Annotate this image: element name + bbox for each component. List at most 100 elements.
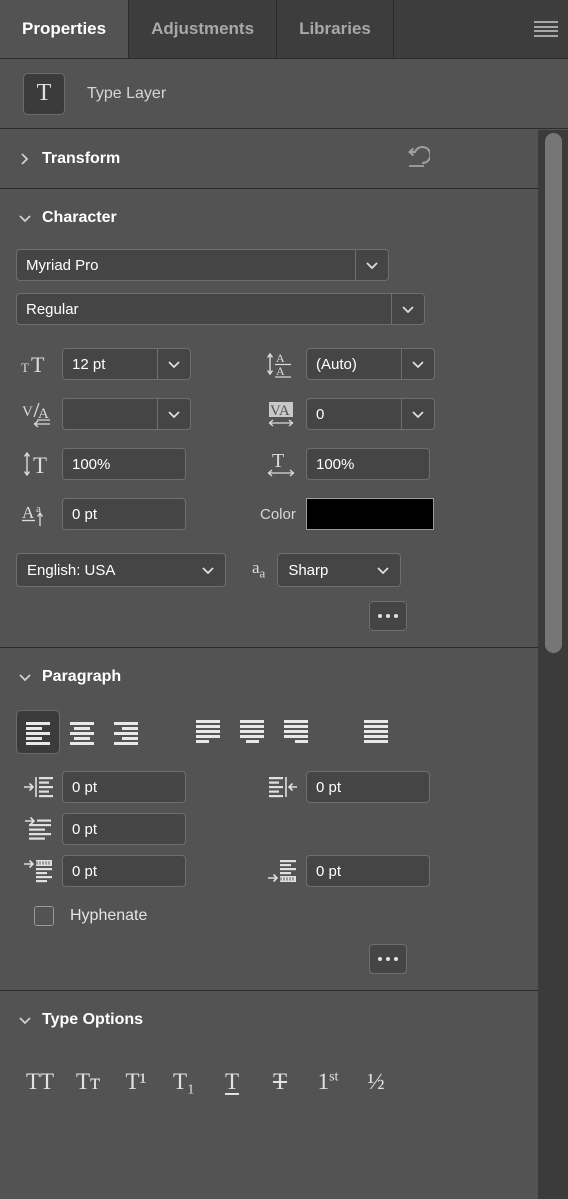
fractions-button[interactable]: ½ — [352, 1059, 400, 1103]
superscript-button[interactable]: T¹ — [112, 1059, 160, 1103]
hamburger-menu-icon[interactable] — [534, 19, 558, 39]
tab-libraries[interactable]: Libraries — [277, 0, 394, 58]
font-size-control[interactable]: 12 pt — [62, 348, 191, 380]
font-style-row: Regular — [0, 293, 538, 325]
tab-properties[interactable]: Properties — [0, 0, 130, 58]
hyphenate-checkbox[interactable] — [34, 906, 54, 926]
svg-text:A: A — [22, 503, 35, 522]
font-style-control[interactable]: Regular — [16, 293, 522, 325]
leading-control[interactable]: (Auto) — [306, 348, 435, 380]
space-after-icon — [260, 854, 306, 888]
svg-text:T: T — [21, 360, 29, 375]
leading-input[interactable]: (Auto) — [306, 348, 402, 380]
character-more-row — [0, 587, 538, 647]
chevron-down-icon[interactable] — [16, 212, 34, 224]
language-select[interactable]: English: USA — [16, 553, 226, 587]
text-color-swatch[interactable] — [305, 498, 434, 530]
small-caps-glyph: Tᴛ — [75, 1068, 101, 1094]
all-caps-glyph: TT — [25, 1068, 55, 1094]
panel-scrollbar-thumb[interactable] — [545, 133, 562, 653]
tracking-control[interactable]: 0 — [306, 398, 435, 430]
paragraph-header[interactable]: Paragraph — [0, 648, 538, 706]
character-header[interactable]: Character — [0, 189, 538, 247]
indent-right-icon — [260, 770, 306, 804]
transform-header[interactable]: Transform — [0, 130, 538, 188]
baseline-shift-input[interactable]: 0 pt — [62, 498, 186, 530]
anti-alias-value: Sharp — [288, 561, 329, 579]
kerning-dropdown-icon[interactable] — [158, 398, 191, 430]
align-center-button[interactable] — [60, 710, 104, 754]
paragraph-indent-grid: 0 pt 0 pt 0 pt 0 pt 0 pt — [0, 754, 538, 892]
panel-scroll-content: Transform Character Myriad Pro Regular T… — [0, 130, 538, 1199]
space-after-input[interactable]: 0 pt — [306, 855, 430, 887]
space-before-cell: 0 pt — [16, 854, 260, 888]
chevron-right-icon[interactable] — [16, 152, 34, 166]
indent-right-cell: 0 pt — [260, 770, 504, 804]
baseline-shift-icon: A a — [16, 497, 62, 531]
justify-all-button[interactable] — [354, 710, 398, 754]
font-size-input[interactable]: 12 pt — [62, 348, 158, 380]
all-caps-button[interactable]: TT — [16, 1059, 64, 1103]
transform-title: Transform — [42, 150, 121, 167]
align-right-button[interactable] — [104, 710, 148, 754]
subscript-button[interactable]: T₁ — [160, 1059, 208, 1103]
hyphenate-row: Hyphenate — [0, 892, 538, 930]
kerning-control[interactable] — [62, 398, 191, 430]
chevron-down-icon[interactable] — [16, 671, 34, 683]
language-value: English: USA — [27, 561, 116, 579]
anti-alias-icon: aa — [252, 558, 266, 581]
horizontal-scale-cell: T 100% — [260, 447, 430, 481]
strikethrough-button[interactable]: T — [256, 1059, 304, 1103]
justify-last-right-button[interactable] — [274, 710, 318, 754]
justify-last-left-button[interactable] — [186, 710, 230, 754]
font-style-input[interactable]: Regular — [16, 293, 392, 325]
tracking-dropdown-icon[interactable] — [402, 398, 435, 430]
indent-first-line-input[interactable]: 0 pt — [62, 813, 186, 845]
scale-row: T 100% T 100% — [16, 439, 522, 489]
svg-text:T: T — [31, 352, 45, 377]
type-layer-glyph: T — [36, 80, 52, 106]
font-family-dropdown-icon[interactable] — [356, 249, 389, 281]
tab-adjustments-label: Adjustments — [151, 19, 255, 38]
leading-dropdown-icon[interactable] — [402, 348, 435, 380]
panel-scrollbar-track[interactable] — [538, 130, 568, 1199]
indent-left-input[interactable]: 0 pt — [62, 771, 186, 803]
small-caps-button[interactable]: Tᴛ — [64, 1059, 112, 1103]
strikethrough-glyph: T — [272, 1068, 288, 1094]
reset-arrow-icon[interactable] — [400, 144, 432, 174]
type-options-header[interactable]: Type Options — [0, 991, 538, 1049]
justify-last-center-button[interactable] — [230, 710, 274, 754]
svg-text:A: A — [276, 364, 285, 378]
underline-button[interactable]: T — [208, 1059, 256, 1103]
space-before-input[interactable]: 0 pt — [62, 855, 186, 887]
subscript-glyph: T₁ — [172, 1068, 196, 1094]
kerning-input[interactable] — [62, 398, 158, 430]
anti-alias-select[interactable]: Sharp — [277, 553, 402, 587]
character-more-options-button[interactable] — [369, 601, 407, 631]
font-family-control[interactable]: Myriad Pro — [16, 249, 522, 281]
layer-header: T Type Layer — [0, 59, 568, 129]
language-antialias-row: English: USA aa Sharp — [0, 539, 538, 587]
font-size-dropdown-icon[interactable] — [158, 348, 191, 380]
svg-text:A: A — [276, 351, 285, 365]
type-options-buttons: TT Tᴛ T¹ T₁ T T 1st ½ — [0, 1049, 538, 1103]
indent-right-input[interactable]: 0 pt — [306, 771, 430, 803]
panel-tab-bar: Properties Adjustments Libraries — [0, 0, 568, 59]
horizontal-scale-input[interactable]: 100% — [306, 448, 430, 480]
vertical-scale-input[interactable]: 100% — [62, 448, 186, 480]
indent-left-icon — [16, 770, 62, 804]
vertical-scale-cell: T 100% — [16, 447, 260, 481]
tracking-input[interactable]: 0 — [306, 398, 402, 430]
font-style-dropdown-icon[interactable] — [392, 293, 425, 325]
space-before-after-row: 0 pt 0 pt — [16, 850, 522, 892]
chevron-down-icon[interactable] — [16, 1014, 34, 1026]
section-transform: Transform — [0, 130, 538, 189]
ordinals-button[interactable]: 1st — [304, 1059, 352, 1103]
align-left-button[interactable] — [16, 710, 60, 754]
indent-left-cell: 0 pt — [16, 770, 260, 804]
paragraph-more-options-button[interactable] — [369, 944, 407, 974]
font-family-input[interactable]: Myriad Pro — [16, 249, 356, 281]
tab-adjustments[interactable]: Adjustments — [129, 0, 278, 58]
font-family-row: Myriad Pro — [0, 249, 538, 281]
svg-text:T: T — [272, 450, 284, 472]
